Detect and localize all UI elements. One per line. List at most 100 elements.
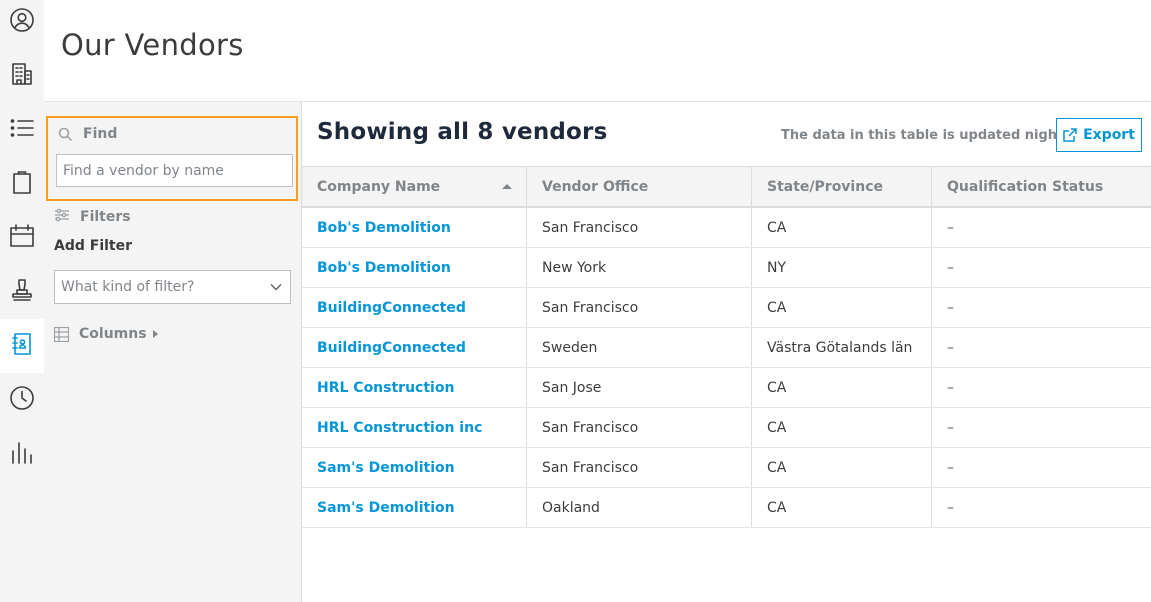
sort-ascending-icon bbox=[502, 184, 512, 189]
vendor-link[interactable]: HRL Construction bbox=[317, 380, 454, 396]
address-book-icon bbox=[9, 331, 35, 361]
vendor-link[interactable]: Bob's Demolition bbox=[317, 220, 451, 236]
table-row: Sam's Demolition San Francisco CA – bbox=[302, 448, 1151, 488]
vendor-office-cell: Oakland bbox=[527, 488, 752, 527]
nav-companies[interactable] bbox=[0, 49, 44, 103]
state-province-cell: CA bbox=[752, 368, 932, 407]
column-header-state-province[interactable]: State/Province bbox=[752, 167, 932, 207]
table-row: Sam's Demolition Oakland CA – bbox=[302, 488, 1151, 528]
find-section: Find bbox=[46, 116, 298, 201]
filter-select-placeholder: What kind of filter? bbox=[61, 279, 195, 295]
qualification-status-cell: – bbox=[947, 379, 954, 396]
nav-vendors[interactable] bbox=[0, 319, 44, 373]
external-link-icon bbox=[1063, 128, 1077, 142]
chevron-down-icon bbox=[270, 279, 282, 295]
company-name-cell: BuildingConnected bbox=[302, 328, 527, 367]
state-province-cell: CA bbox=[752, 408, 932, 447]
vendor-office-cell: San Francisco bbox=[527, 408, 752, 447]
qualification-status-cell: – bbox=[947, 459, 954, 476]
column-header-label: Vendor Office bbox=[542, 179, 649, 195]
company-name-cell: BuildingConnected bbox=[302, 288, 527, 327]
qualification-status-cell: – bbox=[947, 219, 954, 236]
sliders-icon bbox=[54, 208, 80, 226]
column-header-company-name[interactable]: Company Name bbox=[302, 167, 527, 207]
vendor-office-cell: San Francisco bbox=[527, 288, 752, 327]
vendor-office-cell: New York bbox=[527, 248, 752, 287]
vendor-link[interactable]: BuildingConnected bbox=[317, 340, 466, 356]
vendor-link[interactable]: BuildingConnected bbox=[317, 300, 466, 316]
company-name-cell: Bob's Demolition bbox=[302, 248, 527, 287]
find-label: Find bbox=[83, 126, 118, 142]
update-note: The data in this table is updated nightl… bbox=[781, 128, 1077, 143]
page-title: Our Vendors bbox=[61, 28, 244, 62]
vendor-search-input[interactable] bbox=[56, 154, 293, 187]
company-name-cell: HRL Construction bbox=[302, 368, 527, 407]
icon-rail bbox=[0, 0, 44, 602]
qualification-status-cell: – bbox=[947, 259, 954, 276]
vendor-link[interactable]: Bob's Demolition bbox=[317, 260, 451, 276]
stamp-icon bbox=[9, 277, 35, 307]
qualification-status-cell: – bbox=[947, 419, 954, 436]
columns-toggle[interactable]: Columns bbox=[54, 326, 158, 342]
vendor-office-cell: Sweden bbox=[527, 328, 752, 367]
vendor-link[interactable]: HRL Construction inc bbox=[317, 420, 482, 436]
state-province-cell: CA bbox=[752, 488, 932, 527]
export-button[interactable]: Export bbox=[1056, 118, 1142, 152]
state-province-cell: CA bbox=[752, 288, 932, 327]
nav-tasks[interactable] bbox=[0, 157, 44, 211]
column-header-label: State/Province bbox=[767, 179, 883, 195]
clipboard-icon bbox=[9, 169, 35, 199]
vendors-table: Company Name Vendor Office State/Provinc… bbox=[302, 166, 1151, 528]
column-header-qualification-status[interactable]: Qualification Status bbox=[932, 167, 1151, 207]
table-row: BuildingConnected Sweden Västra Götaland… bbox=[302, 328, 1151, 368]
buildings-icon bbox=[9, 61, 35, 91]
table-row: Bob's Demolition San Francisco CA – bbox=[302, 208, 1151, 248]
company-name-cell: HRL Construction inc bbox=[302, 408, 527, 447]
columns-label: Columns bbox=[79, 326, 147, 342]
column-header-label: Company Name bbox=[317, 179, 441, 195]
state-province-cell: NY bbox=[752, 248, 932, 287]
table-row: Bob's Demolition New York NY – bbox=[302, 248, 1151, 288]
caret-right-icon bbox=[152, 330, 158, 338]
filter-panel: Find Filters Add Filter What kind of fil… bbox=[44, 102, 302, 602]
nav-list[interactable] bbox=[0, 103, 44, 157]
results-summary: Showing all 8 vendors bbox=[317, 119, 608, 145]
bar-chart-icon bbox=[9, 439, 35, 469]
qualification-status-cell: – bbox=[947, 339, 954, 356]
qualification-status-cell: – bbox=[947, 299, 954, 316]
state-province-cell: Västra Götalands län bbox=[752, 328, 932, 367]
nav-analytics[interactable] bbox=[0, 427, 44, 481]
column-header-label: Qualification Status bbox=[947, 179, 1104, 195]
state-province-cell: CA bbox=[752, 208, 932, 247]
nav-calendar[interactable] bbox=[0, 211, 44, 265]
search-icon bbox=[58, 127, 73, 142]
filters-label: Filters bbox=[80, 209, 131, 225]
clock-icon bbox=[9, 385, 35, 415]
company-name-cell: Sam's Demolition bbox=[302, 448, 527, 487]
table-header: Company Name Vendor Office State/Provinc… bbox=[302, 166, 1151, 208]
table-row: HRL Construction inc San Francisco CA – bbox=[302, 408, 1151, 448]
vendor-office-cell: San Francisco bbox=[527, 448, 752, 487]
vendor-office-cell: San Francisco bbox=[527, 208, 752, 247]
table-row: HRL Construction San Jose CA – bbox=[302, 368, 1151, 408]
vendor-link[interactable]: Sam's Demolition bbox=[317, 460, 455, 476]
filters-heading: Filters bbox=[54, 208, 131, 226]
nav-approvals[interactable] bbox=[0, 265, 44, 319]
qualification-status-cell: – bbox=[947, 499, 954, 516]
export-label: Export bbox=[1083, 127, 1135, 143]
nav-profile[interactable] bbox=[0, 0, 44, 49]
user-circle-icon bbox=[9, 7, 35, 37]
nav-history[interactable] bbox=[0, 373, 44, 427]
company-name-cell: Sam's Demolition bbox=[302, 488, 527, 527]
table-grid-icon bbox=[54, 326, 69, 342]
calendar-icon bbox=[9, 223, 35, 253]
vendor-office-cell: San Jose bbox=[527, 368, 752, 407]
column-header-vendor-office[interactable]: Vendor Office bbox=[527, 167, 752, 207]
filter-type-select[interactable]: What kind of filter? bbox=[54, 270, 291, 304]
state-province-cell: CA bbox=[752, 448, 932, 487]
list-icon bbox=[9, 115, 35, 145]
add-filter-label: Add Filter bbox=[54, 238, 133, 254]
vendor-link[interactable]: Sam's Demolition bbox=[317, 500, 455, 516]
company-name-cell: Bob's Demolition bbox=[302, 208, 527, 247]
table-row: BuildingConnected San Francisco CA – bbox=[302, 288, 1151, 328]
